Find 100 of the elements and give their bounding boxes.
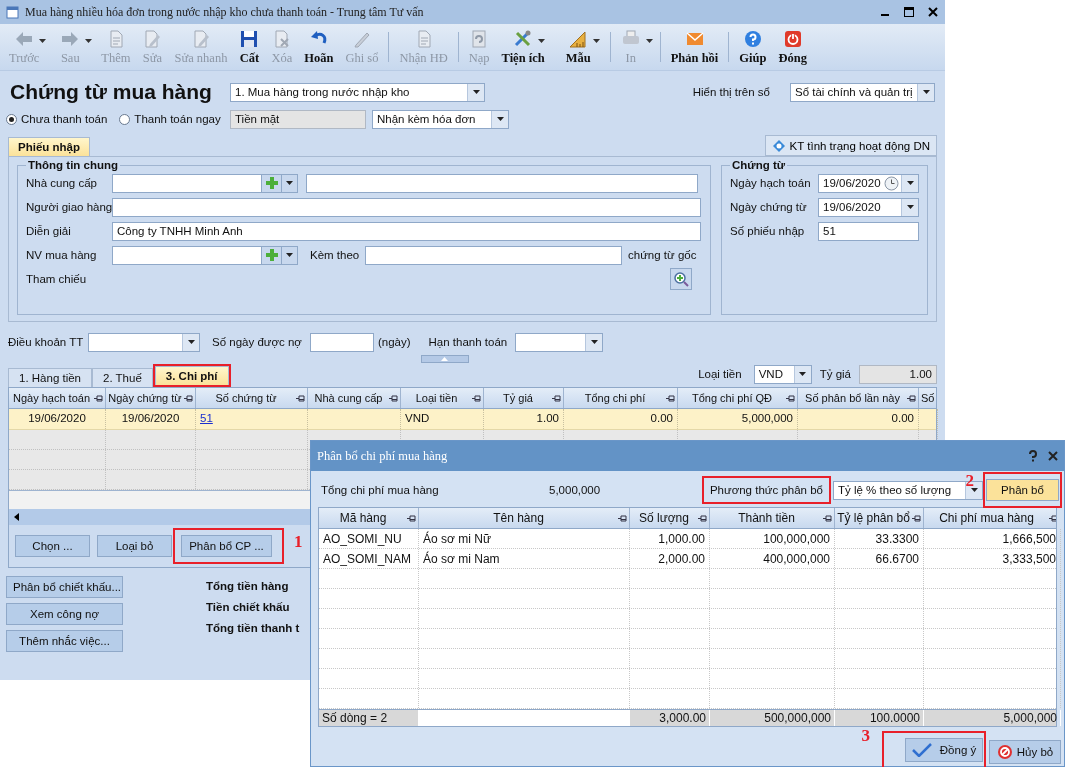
form-tab[interactable]: Phiếu nhập bbox=[8, 137, 90, 156]
radio-button[interactable] bbox=[119, 113, 131, 125]
column-header[interactable]: Loại tiền bbox=[415, 392, 458, 404]
clock-icon[interactable] bbox=[884, 175, 899, 191]
dropdown-button[interactable] bbox=[282, 245, 298, 265]
field-label: Loại tiền bbox=[698, 368, 742, 380]
column-header[interactable]: Số phân bổ lần này bbox=[805, 392, 900, 404]
column-header[interactable]: Tỷ giá bbox=[503, 392, 533, 404]
posting-date-field[interactable]: 19/06/2020 bbox=[818, 173, 919, 193]
pin-icon[interactable] bbox=[407, 515, 416, 522]
voucher-link[interactable]: 51 bbox=[200, 412, 213, 424]
invoice-select[interactable]: Nhận kèm hóa đơn bbox=[372, 109, 509, 129]
ok-button[interactable]: Đồng ý bbox=[905, 738, 983, 762]
column-header[interactable]: Ngày hạch toán bbox=[12, 392, 91, 404]
pin-icon[interactable] bbox=[552, 395, 561, 402]
detail-tab[interactable]: 3. Chi phí bbox=[154, 366, 229, 385]
column-header[interactable]: Chi phí mua hàng bbox=[939, 511, 1034, 525]
toolbar-button[interactable]: Cất bbox=[234, 26, 265, 68]
column-header[interactable]: Số bbox=[921, 392, 935, 404]
dropdown-button[interactable] bbox=[282, 173, 298, 193]
side-button[interactable]: Xem công nợ bbox=[6, 603, 123, 625]
pin-icon[interactable] bbox=[786, 395, 795, 402]
table-cell: 0.00 bbox=[891, 412, 914, 424]
attached-field[interactable] bbox=[365, 245, 622, 265]
pin-icon[interactable] bbox=[618, 515, 627, 522]
currency-select[interactable]: VND bbox=[753, 364, 812, 384]
maximize-button[interactable] bbox=[903, 6, 915, 18]
column-header[interactable]: Số lượng bbox=[639, 511, 689, 525]
pin-icon[interactable] bbox=[472, 395, 481, 402]
detail-tab[interactable]: 2. Thuế bbox=[92, 368, 153, 387]
scroll-left-icon[interactable] bbox=[14, 513, 19, 521]
pin-icon[interactable] bbox=[912, 515, 921, 522]
radio-button[interactable] bbox=[6, 113, 17, 125]
pin-icon[interactable] bbox=[389, 395, 398, 402]
table-cell: 400,000,000 bbox=[763, 552, 830, 566]
check-status-button[interactable]: KT tình trạng hoạt động DN bbox=[764, 135, 937, 156]
detail-tab[interactable]: 1. Hàng tiền bbox=[8, 368, 92, 387]
column-header[interactable]: Tỷ lệ phân bổ bbox=[837, 511, 910, 525]
table-cell: 1,666,500 bbox=[1002, 532, 1056, 546]
footer-total: 5,000,000 bbox=[1003, 711, 1057, 725]
field-suffix: chứng từ gốc bbox=[628, 249, 697, 261]
exchange-rate-field: 1.00 bbox=[859, 364, 937, 384]
column-header[interactable]: Tổng chi phí bbox=[584, 392, 646, 404]
window-title: Mua hàng nhiều hóa đơn trong nước nhập kho chưa thanh toán - Trung tâm Tư vấn bbox=[25, 4, 424, 20]
column-header[interactable]: Thành tiền bbox=[738, 511, 795, 525]
pin-icon[interactable] bbox=[698, 515, 707, 522]
collapse-handle[interactable] bbox=[420, 355, 469, 363]
pin-icon[interactable] bbox=[94, 395, 103, 402]
credit-days-field[interactable] bbox=[309, 332, 374, 352]
side-button[interactable]: Phân bổ chiết khấu... bbox=[6, 576, 123, 598]
ledger-select[interactable]: Sổ tài chính và quản trị bbox=[790, 82, 935, 102]
side-button[interactable]: Thêm nhắc việc... bbox=[6, 630, 123, 652]
toolbar-button[interactable]: Giúp bbox=[734, 26, 772, 68]
reference-search-button[interactable] bbox=[670, 268, 692, 290]
description-field[interactable]: Công ty TNHH Minh Anh bbox=[112, 221, 701, 241]
field-label: Tổng chi phí mua hàng bbox=[321, 484, 440, 496]
pin-icon[interactable] bbox=[296, 395, 305, 402]
toolbar-button[interactable]: Mẫu bbox=[560, 26, 605, 68]
field-label: Diễn giải bbox=[26, 225, 72, 237]
table-cell: 66.6700 bbox=[875, 552, 919, 566]
deliverer-field[interactable] bbox=[112, 197, 701, 217]
column-header[interactable]: Tổng chi phí QĐ bbox=[691, 392, 773, 404]
pin-icon[interactable] bbox=[907, 395, 916, 402]
toolbar-button[interactable]: Tiện ích bbox=[496, 26, 559, 68]
table-cell: AO_SOMI_NAM bbox=[323, 552, 412, 566]
column-header[interactable]: Ngày chứng từ bbox=[108, 392, 182, 404]
column-header[interactable]: Mã hàng bbox=[339, 511, 387, 525]
field-label: Phương thức phân bổ bbox=[709, 484, 823, 496]
column-header[interactable]: Tên hàng bbox=[493, 511, 544, 525]
close-button[interactable] bbox=[1048, 451, 1058, 461]
cancel-button[interactable]: Hủy bỏ bbox=[989, 739, 1061, 764]
pin-icon[interactable] bbox=[1049, 515, 1056, 522]
callout-number: 1 bbox=[294, 533, 303, 551]
toolbar-button[interactable]: Hoãn bbox=[299, 26, 339, 68]
plus-icon bbox=[264, 176, 279, 190]
toolbar-button[interactable]: Phản hồi bbox=[665, 26, 724, 68]
group-title: Thông tin chung bbox=[27, 159, 120, 171]
table-cell: 2,000.00 bbox=[658, 552, 705, 566]
pin-icon[interactable] bbox=[823, 515, 832, 522]
action-button[interactable]: Loại bỏ bbox=[97, 535, 172, 557]
field-label: NV mua hàng bbox=[26, 249, 98, 261]
toolbar-button[interactable]: Đóng bbox=[773, 26, 812, 68]
column-header[interactable]: Nhà cung cấp bbox=[314, 392, 383, 404]
supplier-field[interactable] bbox=[112, 173, 262, 193]
supplier-name-field[interactable] bbox=[306, 173, 698, 193]
pin-icon[interactable] bbox=[666, 395, 675, 402]
column-header[interactable]: Số chứng từ bbox=[215, 392, 277, 404]
buyer-field[interactable] bbox=[112, 245, 262, 265]
voucher-date-field[interactable]: 19/06/2020 bbox=[818, 197, 919, 217]
field-label: Hạn thanh toán bbox=[428, 336, 508, 348]
voucher-type-select[interactable]: 1. Mua hàng trong nước nhập kho bbox=[230, 82, 485, 102]
table-cell: 5,000,000 bbox=[741, 412, 793, 424]
allocate-button[interactable]: Phân bổ bbox=[986, 479, 1059, 501]
help-button[interactable] bbox=[1028, 450, 1038, 462]
voucher-number-field[interactable]: 51 bbox=[818, 221, 919, 241]
action-button[interactable]: Chọn ... bbox=[15, 535, 90, 557]
pin-icon[interactable] bbox=[184, 395, 193, 402]
field-label: Nhà cung cấp bbox=[26, 177, 98, 189]
action-button[interactable]: Phân bổ CP ... bbox=[181, 535, 272, 557]
close-button[interactable] bbox=[927, 6, 939, 18]
